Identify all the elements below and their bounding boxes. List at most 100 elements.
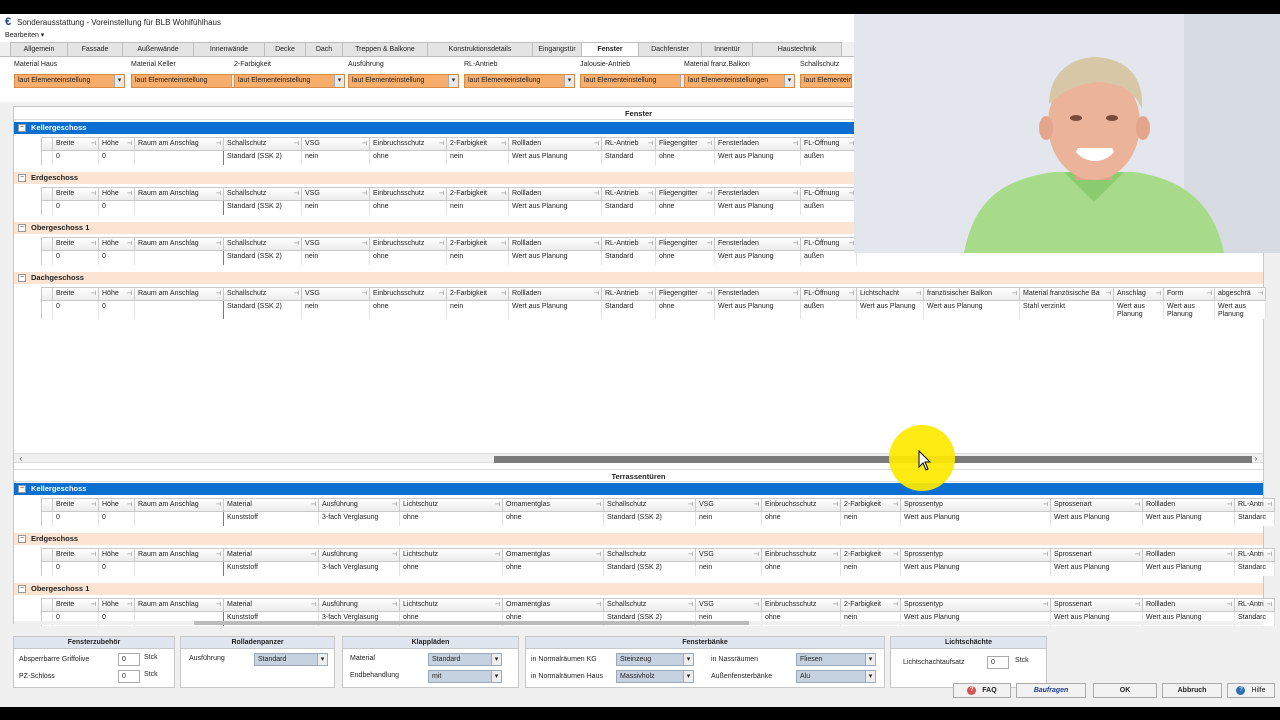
chevron-down-icon[interactable]: ▾ [334, 75, 344, 87]
cell-ornamentglas[interactable]: ohne [503, 562, 604, 576]
pin-icon[interactable]: ⊣ [1227, 549, 1232, 561]
column-header-2-farbigkeit[interactable]: 2-Farbigkeit ⊣ [447, 237, 509, 251]
chevron-down-icon[interactable]: ▾ [784, 75, 794, 87]
cell-hoehe[interactable]: 0 [99, 512, 135, 526]
pin-icon[interactable]: ⊣ [1227, 599, 1232, 611]
pin-icon[interactable]: ⊣ [1135, 549, 1140, 561]
pin-icon[interactable]: ⊣ [1156, 288, 1161, 300]
pin-icon[interactable]: ⊣ [439, 238, 444, 250]
cell-rollladen[interactable]: Wert aus Planung [509, 251, 602, 265]
pin-icon[interactable]: ⊣ [91, 599, 96, 611]
column-header-2-farbigkeit[interactable]: 2-Farbigkeit ⊣ [841, 598, 901, 612]
pin-icon[interactable]: ⊣ [1043, 499, 1048, 511]
column-header-ornamentglas[interactable]: Ornamentglas ⊣ [503, 498, 604, 512]
column-header-rl-antrieb[interactable]: RL-Antrieb ⊣ [602, 237, 656, 251]
field-select[interactable]: laut Elementeinstellung▾ [131, 74, 242, 88]
pin-icon[interactable]: ⊣ [707, 138, 712, 150]
pin-icon[interactable]: ⊣ [216, 499, 221, 511]
cell-einbruchsschutz[interactable]: ohne [762, 562, 841, 576]
row-selector[interactable] [41, 301, 53, 319]
cell-lichtschutz[interactable]: ohne [400, 562, 503, 576]
pin-icon[interactable]: ⊣ [91, 238, 96, 250]
column-header-sprossenart[interactable]: Sprossenart ⊣ [1051, 498, 1143, 512]
cell-breite[interactable]: 0 [53, 251, 99, 265]
column-header-vsg[interactable]: VSG ⊣ [696, 498, 762, 512]
cell-vsg[interactable]: nein [302, 201, 370, 215]
column-header-rollladen[interactable]: Rollladen ⊣ [509, 237, 602, 251]
pin-icon[interactable]: ⊣ [91, 188, 96, 200]
collapse-icon[interactable]: − [18, 224, 26, 232]
pin-icon[interactable]: ⊣ [495, 599, 500, 611]
pin-icon[interactable]: ⊣ [833, 599, 838, 611]
floor-header-dachgeschoss[interactable]: − Dachgeschoss [14, 272, 1263, 284]
pin-icon[interactable]: ⊣ [127, 499, 132, 511]
pin-icon[interactable]: ⊣ [754, 499, 759, 511]
row-selector[interactable] [41, 512, 53, 526]
column-header-fensterladen[interactable]: Fensterladen ⊣ [715, 237, 801, 251]
column-header-rollladen[interactable]: Rollladen ⊣ [509, 287, 602, 301]
column-header-sprossenart[interactable]: Sprossenart ⊣ [1051, 548, 1143, 562]
row-selector[interactable] [41, 251, 53, 265]
pin-icon[interactable]: ⊣ [216, 238, 221, 250]
field-select[interactable]: laut Elementeinstellung▾ [464, 74, 575, 88]
field-select[interactable]: laut Elementeinstellung▾ [14, 74, 125, 88]
chevron-down-icon[interactable]: ▾ [114, 75, 124, 87]
lichtschacht-input[interactable]: 0 [987, 656, 1009, 669]
column-header-vsg[interactable]: VSG ⊣ [302, 187, 370, 201]
cell-fensterladen[interactable]: Wert aus Planung [715, 301, 801, 319]
cell-sprossentyp[interactable]: Wert aus Planung [901, 512, 1051, 526]
column-header-einbruchsschutz[interactable]: Einbruchsschutz ⊣ [762, 548, 841, 562]
tab-haustechnik[interactable]: Haustechnik [752, 42, 842, 56]
cell-2-farbigkeit[interactable]: nein [447, 251, 509, 265]
cell-breite[interactable]: 0 [53, 201, 99, 215]
column-header-raum-am-anschlag[interactable]: Raum am Anschlag ⊣ [135, 137, 224, 151]
column-header-vsg[interactable]: VSG ⊣ [302, 137, 370, 151]
column-header-fl-oeffnung[interactable]: FL-Öffnung ⊣ [801, 187, 857, 201]
column-header-breite[interactable]: Breite ⊣ [53, 498, 99, 512]
cell-rollladen[interactable]: Wert aus Planung [509, 301, 602, 319]
cell-fl-oeffnung[interactable]: außen [801, 251, 857, 265]
cell-2-farbigkeit[interactable]: nein [447, 151, 509, 165]
column-header-breite[interactable]: Breite ⊣ [53, 187, 99, 201]
pin-icon[interactable]: ⊣ [1207, 288, 1212, 300]
column-header-sprossentyp[interactable]: Sprossentyp ⊣ [901, 548, 1051, 562]
pin-icon[interactable]: ⊣ [688, 599, 693, 611]
cell-rl-antri[interactable]: Standarc [1235, 562, 1275, 576]
pin-icon[interactable]: ⊣ [362, 238, 367, 250]
cell-vsg[interactable]: nein [302, 301, 370, 319]
pin-icon[interactable]: ⊣ [1267, 549, 1272, 561]
cell-rollladen[interactable]: Wert aus Planung [1143, 512, 1235, 526]
column-header-material[interactable]: Material ⊣ [224, 548, 319, 562]
tab-dachfenster[interactable]: Dachfenster [638, 42, 702, 56]
column-header-lichtschacht[interactable]: Lichtschacht ⊣ [857, 287, 924, 301]
cell-schallschutz[interactable]: Standard (SSK 2) [604, 562, 696, 576]
column-header-breite[interactable]: Breite ⊣ [53, 548, 99, 562]
pin-icon[interactable]: ⊣ [793, 288, 798, 300]
column-header-abgeschrae[interactable]: abgeschrä ⊣ [1215, 287, 1266, 301]
column-header-2-farbigkeit[interactable]: 2-Farbigkeit ⊣ [447, 137, 509, 151]
cell-hoehe[interactable]: 0 [99, 151, 135, 165]
column-header-raum-am-anschlag[interactable]: Raum am Anschlag ⊣ [135, 598, 224, 612]
column-header-schallschutz[interactable]: Schallschutz ⊣ [604, 598, 696, 612]
cell-hoehe[interactable]: 0 [99, 251, 135, 265]
row-selector[interactable] [41, 201, 53, 215]
column-header-2-farbigkeit[interactable]: 2-Farbigkeit ⊣ [447, 287, 509, 301]
column-header-ausfuehrung[interactable]: Ausführung ⊣ [319, 498, 400, 512]
pin-icon[interactable]: ⊣ [127, 549, 132, 561]
scrollbar-thumb[interactable] [194, 621, 749, 625]
cell-ornamentglas[interactable]: ohne [503, 512, 604, 526]
column-header-anschlag[interactable]: Anschlag ⊣ [1114, 287, 1164, 301]
cell-raum-am-anschlag[interactable] [135, 562, 224, 576]
rolladen-ausfuehrung-select[interactable]: Standard ▾ [254, 653, 328, 666]
column-header-einbruchsschutz[interactable]: Einbruchsschutz ⊣ [762, 498, 841, 512]
column-header-einbruchsschutz[interactable]: Einbruchsschutz ⊣ [370, 137, 447, 151]
cell-fliegengitter[interactable]: ohne [656, 201, 715, 215]
pin-icon[interactable]: ⊣ [596, 549, 601, 561]
column-header-vsg[interactable]: VSG ⊣ [302, 287, 370, 301]
column-header-schallschutz[interactable]: Schallschutz ⊣ [224, 287, 302, 301]
pin-icon[interactable]: ⊣ [1043, 599, 1048, 611]
baufragen-button[interactable]: Baufragen [1016, 683, 1086, 698]
column-header-raum-am-anschlag[interactable]: Raum am Anschlag ⊣ [135, 548, 224, 562]
pin-icon[interactable]: ⊣ [439, 288, 444, 300]
cell-rl-antrieb[interactable]: Standard [602, 201, 656, 215]
